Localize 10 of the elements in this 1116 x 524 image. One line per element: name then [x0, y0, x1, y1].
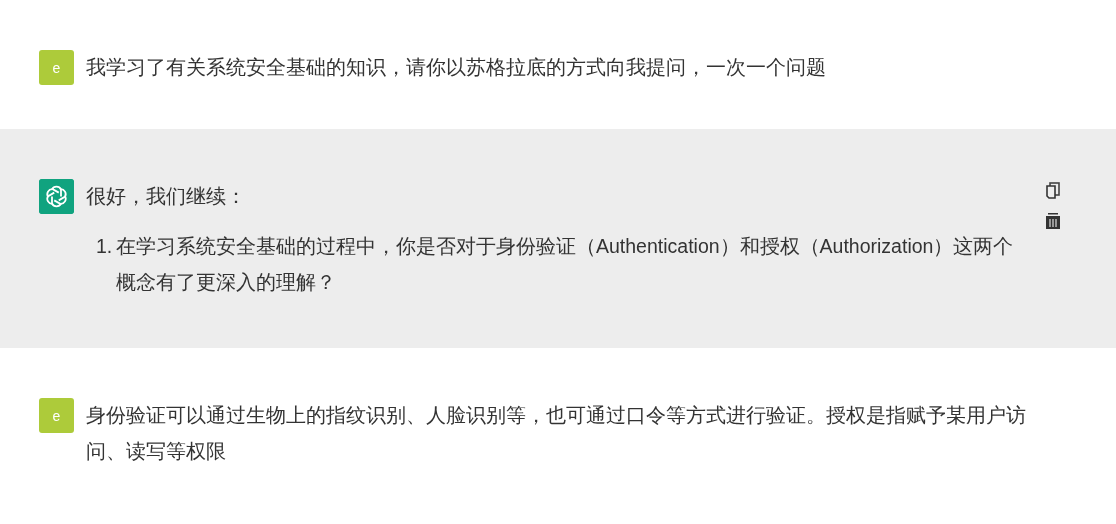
list-number: 1.	[96, 234, 114, 259]
message-text: 很好，我们继续：	[86, 184, 247, 209]
copy-icon[interactable]	[1045, 182, 1061, 200]
delete-icon[interactable]	[1045, 212, 1061, 230]
message-text: 身份验证可以通过生物上的指纹识别、人脸识别等，也可通过口令等方式进行验证。授权是指赋予某用户访问、读写等权限	[86, 403, 1027, 464]
message-text: 我学习了有关系统安全基础的知识，请你以苏格拉底的方式向我提问，一次一个问题	[86, 55, 827, 80]
user-avatar: e	[39, 398, 74, 433]
user-avatar: e	[39, 50, 74, 85]
assistant-avatar-icon	[39, 179, 74, 214]
list-item-text: 在学习系统安全基础的过程中，你是否对于身份验证（Authentication）和授权（Authorization）这两个概念有了更深入的理解？	[116, 234, 1015, 295]
